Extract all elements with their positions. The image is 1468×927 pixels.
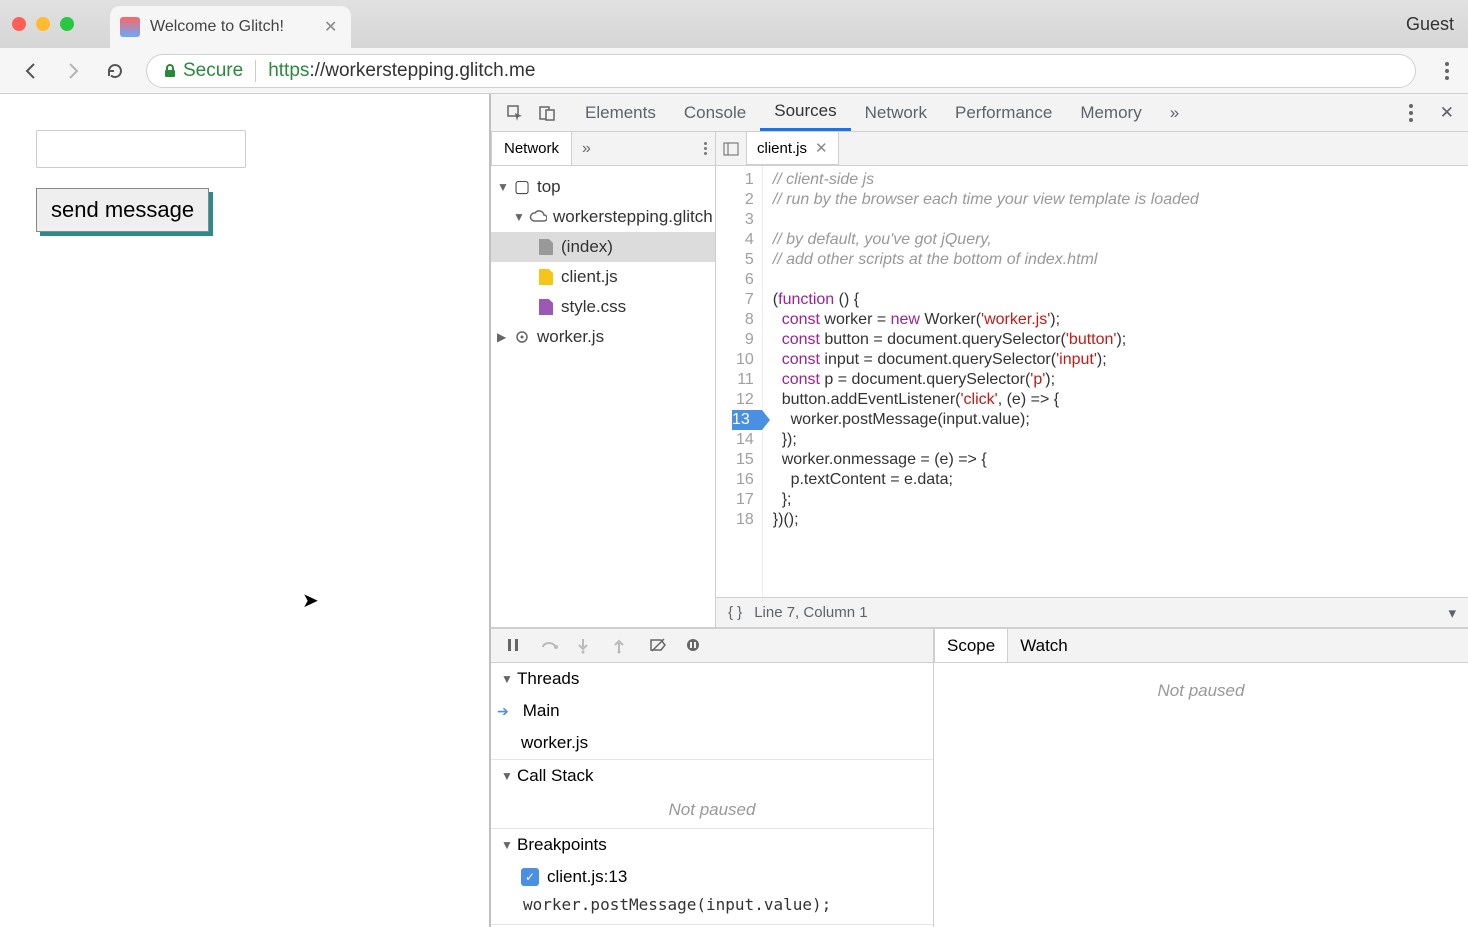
tree-file-clientjs[interactable]: client.js — [491, 262, 715, 292]
close-editor-tab-icon[interactable]: ✕ — [815, 139, 828, 157]
url-host: ://workerstepping.glitch.me — [309, 60, 535, 82]
code-content[interactable]: // client-side js// run by the browser e… — [763, 166, 1209, 597]
js-file-icon — [539, 269, 553, 285]
devtools-panel: Elements Console Sources Network Perform… — [489, 94, 1468, 927]
address-bar-row: Secure https://workerstepping.glitch.me — [0, 48, 1468, 94]
send-message-button[interactable]: send message — [36, 188, 209, 232]
secure-indicator: Secure — [163, 60, 256, 82]
line-gutter[interactable]: 123456789101112131415161718 — [716, 166, 763, 597]
devtools-menu-icon[interactable] — [1400, 104, 1422, 122]
window-controls — [0, 17, 86, 31]
tabs-overflow-icon[interactable]: » — [1156, 94, 1193, 131]
navigator-overflow-icon[interactable]: » — [572, 140, 601, 158]
pause-on-exceptions-icon[interactable] — [685, 637, 703, 655]
inspect-element-icon[interactable] — [506, 104, 524, 122]
favicon-icon — [120, 17, 140, 37]
tree-file-index[interactable]: (index) — [491, 232, 715, 262]
browser-titlebar: Welcome to Glitch! ✕ Guest — [0, 0, 1468, 48]
devtools-close-icon[interactable]: ✕ — [1440, 103, 1454, 123]
tab-elements[interactable]: Elements — [571, 94, 670, 131]
close-tab-icon[interactable]: ✕ — [324, 17, 337, 37]
tab-console[interactable]: Console — [670, 94, 760, 131]
pretty-print-icon[interactable]: { } — [728, 604, 742, 621]
tab-network[interactable]: Network — [851, 94, 941, 131]
toggle-drawer-icon[interactable]: ▾ — [1448, 604, 1456, 622]
code-viewport[interactable]: 123456789101112131415161718 // client-si… — [716, 166, 1468, 597]
source-editor: client.js ✕ 123456789101112131415161718 … — [716, 132, 1468, 627]
navigator-tab-network[interactable]: Network — [491, 132, 572, 165]
tree-worker[interactable]: ▶worker.js — [491, 322, 715, 352]
breakpoint-entry[interactable]: ✓client.js:13 — [491, 861, 933, 893]
editor-tab-clientjs[interactable]: client.js ✕ — [746, 132, 839, 165]
message-input[interactable] — [36, 130, 246, 168]
sources-navigator: Network » ▼▢top ▼workerstepping.glitch (… — [491, 132, 716, 627]
callstack-status: Not paused — [491, 792, 933, 828]
minimize-window-button[interactable] — [36, 17, 50, 31]
tab-watch[interactable]: Watch — [1008, 629, 1080, 662]
toggle-navigator-icon[interactable] — [716, 141, 746, 157]
forward-button[interactable] — [62, 60, 84, 82]
tab-performance[interactable]: Performance — [941, 94, 1066, 131]
close-window-button[interactable] — [12, 17, 26, 31]
file-tree: ▼▢top ▼workerstepping.glitch (index) cli… — [491, 166, 715, 358]
breakpoints-header[interactable]: ▼Breakpoints — [491, 829, 933, 861]
deactivate-breakpoints-icon[interactable] — [649, 637, 667, 655]
lock-icon — [163, 64, 177, 78]
profile-label[interactable]: Guest — [1406, 14, 1454, 35]
pause-icon[interactable] — [505, 637, 523, 655]
tab-scope[interactable]: Scope — [934, 629, 1008, 662]
devtools-tabbar: Elements Console Sources Network Perform… — [491, 94, 1468, 132]
tab-sources[interactable]: Sources — [760, 94, 850, 131]
address-bar[interactable]: Secure https://workerstepping.glitch.me — [146, 54, 1416, 88]
debug-toolbar — [491, 629, 933, 663]
step-out-icon[interactable] — [613, 637, 631, 655]
browser-menu-button[interactable] — [1436, 62, 1458, 80]
maximize-window-button[interactable] — [60, 17, 74, 31]
step-into-icon[interactable] — [577, 637, 595, 655]
tab-title: Welcome to Glitch! — [150, 18, 284, 36]
tree-top[interactable]: ▼▢top — [491, 172, 715, 202]
threads-header[interactable]: ▼Threads — [491, 663, 933, 695]
navigator-menu-icon[interactable] — [704, 142, 715, 155]
gear-icon — [513, 328, 531, 346]
css-file-icon — [539, 299, 553, 315]
thread-worker[interactable]: worker.js — [491, 727, 933, 759]
tree-domain[interactable]: ▼workerstepping.glitch — [491, 202, 715, 232]
back-button[interactable] — [20, 60, 42, 82]
step-over-icon[interactable] — [541, 637, 559, 655]
breakpoint-code: worker.postMessage(input.value); — [491, 893, 933, 924]
reload-button[interactable] — [104, 60, 126, 82]
cloud-icon — [529, 208, 547, 226]
rendered-page: send message — [0, 94, 489, 927]
secure-label: Secure — [183, 60, 243, 82]
device-toolbar-icon[interactable] — [538, 104, 556, 122]
thread-main[interactable]: Main — [491, 695, 933, 727]
tree-file-stylecss[interactable]: style.css — [491, 292, 715, 322]
tab-memory[interactable]: Memory — [1066, 94, 1155, 131]
browser-tab[interactable]: Welcome to Glitch! ✕ — [110, 6, 351, 48]
scope-status: Not paused — [934, 663, 1468, 709]
callstack-header[interactable]: ▼Call Stack — [491, 760, 933, 792]
cursor-position: Line 7, Column 1 — [754, 604, 867, 621]
file-icon — [539, 239, 553, 255]
url-protocol: https — [268, 60, 309, 82]
window-icon: ▢ — [513, 178, 531, 196]
breakpoint-checkbox[interactable]: ✓ — [521, 868, 539, 886]
debugger-pane: ▼Threads Main worker.js ▼Call Stack Not … — [491, 627, 1468, 927]
